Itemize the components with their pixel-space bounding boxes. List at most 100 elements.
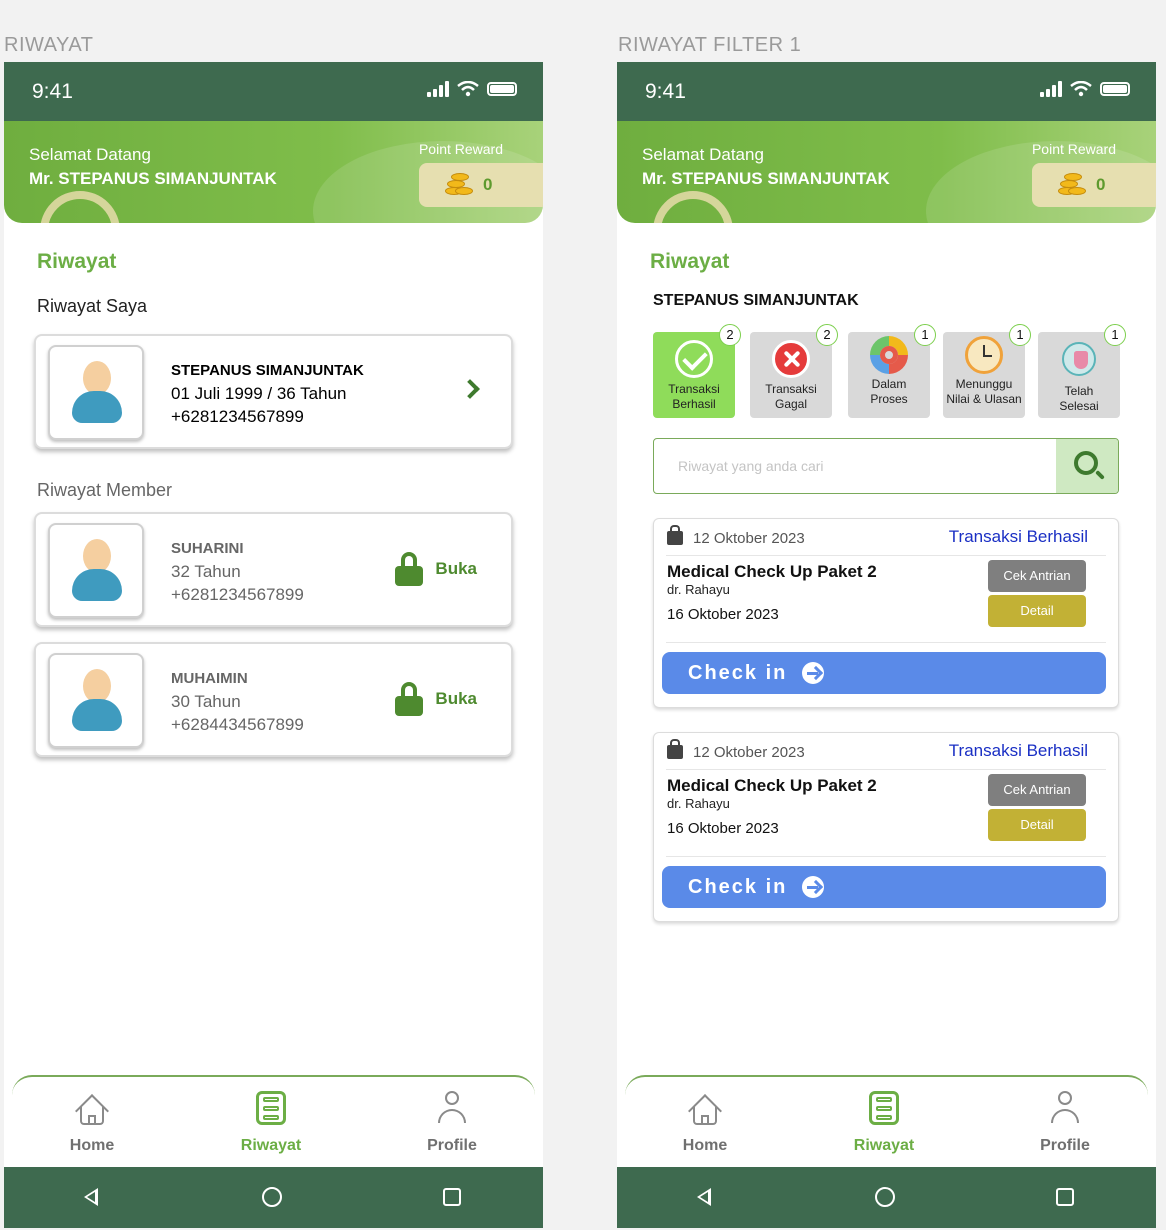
filter-transaksi-berhasil[interactable]: Transaksi Berhasil 2 — [653, 324, 741, 418]
nav-home[interactable]: Home — [32, 1091, 152, 1155]
section-title: Riwayat — [650, 250, 730, 273]
home-icon — [75, 1093, 117, 1131]
nav-riwayat[interactable]: Riwayat — [824, 1091, 944, 1155]
avatar — [48, 653, 144, 748]
status-time: 9:41 — [645, 80, 686, 103]
my-history-card[interactable]: STEPANUS SIMANJUNTAK 01 Juli 1999 / 36 T… — [34, 334, 513, 449]
greeting-text: Selamat Datang — [642, 145, 764, 164]
user-name: Mr. STEPANUS SIMANJUNTAK — [642, 169, 890, 188]
phone-screen-riwayat-filter: 9:41 Selamat Datang Mr. STEPANUS SIMANJU… — [617, 62, 1156, 1228]
battery-icon — [1100, 82, 1130, 96]
detail-button[interactable]: Detail — [988, 595, 1086, 627]
chevron-right-icon[interactable] — [460, 379, 480, 399]
back-icon[interactable] — [697, 1188, 711, 1206]
point-reward-value: 0 — [483, 175, 493, 194]
lock-icon — [395, 682, 424, 716]
recents-icon[interactable] — [443, 1188, 461, 1206]
gear-icon — [870, 336, 908, 374]
member-name: SUHARINI — [171, 540, 244, 557]
home-icon — [688, 1093, 730, 1131]
detail-button[interactable]: Detail — [988, 809, 1086, 841]
home-circle-icon[interactable] — [262, 1187, 282, 1207]
check-in-button[interactable]: Check in — [662, 652, 1106, 694]
filter-menunggu-nilai[interactable]: Menunggu Nilai & Ulasan 1 — [943, 324, 1031, 418]
section-title: Riwayat — [37, 250, 117, 273]
check-queue-button[interactable]: Cek Antrian — [988, 560, 1086, 592]
back-icon[interactable] — [84, 1188, 98, 1206]
status-bar: 9:41 — [617, 62, 1156, 121]
filter-telah-selesai[interactable]: Telah Selesai 1 — [1038, 324, 1126, 418]
bottom-nav: Home Riwayat Profile — [12, 1075, 535, 1167]
check-in-label: Check in — [688, 662, 788, 684]
filter-label-line1: Menunggu — [955, 377, 1013, 391]
avatar — [48, 345, 144, 440]
clock-icon — [965, 336, 1003, 374]
arrow-right-circle-icon — [802, 876, 824, 898]
frame-label-riwayat-filter: RIWAYAT FILTER 1 — [618, 34, 802, 56]
search-icon — [1074, 451, 1098, 475]
unlock-label: Buka — [435, 559, 477, 578]
transaction-card: 12 Oktober 2023 Transaksi Berhasil Medic… — [653, 518, 1119, 708]
filter-dalam-proses[interactable]: Dalam Proses 1 — [848, 324, 936, 418]
phone-screen-riwayat: 9:41 Selamat Datang Mr. STEPANUS SIMANJU… — [4, 62, 543, 1228]
member-phone: +6281234567899 — [171, 585, 304, 604]
home-circle-icon[interactable] — [875, 1187, 895, 1207]
member-card[interactable]: MUHAIMIN 30 Tahun +6284434567899 Buka — [34, 642, 513, 757]
point-reward-box[interactable]: 0 — [1032, 163, 1156, 207]
person-icon — [1045, 1091, 1085, 1129]
member-age: 32 Tahun — [171, 562, 241, 581]
filter-label-line1: Transaksi — [668, 382, 720, 396]
unlock-button[interactable]: Buka — [395, 552, 477, 586]
search-input[interactable] — [654, 439, 1054, 493]
filter-label-line1: Transaksi — [765, 382, 817, 396]
member-name: MUHAIMIN — [171, 670, 248, 687]
transaction-date: 12 Oktober 2023 — [693, 744, 805, 761]
member-history-title: Riwayat Member — [37, 480, 173, 500]
filter-label-line1: Telah — [1064, 384, 1094, 398]
status-time: 9:41 — [32, 80, 73, 103]
welcome-header: Selamat Datang Mr. STEPANUS SIMANJUNTAK … — [617, 121, 1156, 223]
nav-riwayat-label: Riwayat — [240, 1137, 302, 1154]
member-card[interactable]: SUHARINI 32 Tahun +6281234567899 Buka — [34, 512, 513, 627]
my-history-title: Riwayat Saya — [37, 296, 148, 316]
check-queue-button[interactable]: Cek Antrian — [988, 774, 1086, 806]
check-in-label: Check in — [688, 876, 788, 898]
system-nav-bar — [4, 1167, 543, 1228]
doctor-name: dr. Rahayu — [667, 796, 730, 811]
nav-home[interactable]: Home — [645, 1091, 765, 1155]
nav-riwayat-label: Riwayat — [853, 1137, 915, 1154]
coins-icon — [443, 171, 473, 199]
history-stack-icon — [251, 1091, 291, 1129]
unlock-label: Buka — [435, 689, 477, 708]
check-in-button[interactable]: Check in — [662, 866, 1106, 908]
frame-label-riwayat: RIWAYAT — [4, 34, 94, 56]
nav-profile[interactable]: Profile — [1005, 1091, 1125, 1155]
visit-date: 16 Oktober 2023 — [667, 820, 779, 837]
arrow-right-circle-icon — [802, 662, 824, 684]
unlock-button[interactable]: Buka — [395, 682, 477, 716]
signal-icon — [1040, 81, 1062, 97]
search-button[interactable] — [1056, 439, 1118, 493]
transaction-status: Transaksi Berhasil — [948, 741, 1088, 760]
point-reward-label: Point Reward — [1031, 141, 1116, 157]
card-name: STEPANUS SIMANJUNTAK — [171, 362, 364, 379]
point-reward-value: 0 — [1096, 175, 1106, 194]
recents-icon[interactable] — [1056, 1188, 1074, 1206]
shopping-bag-icon — [667, 525, 683, 545]
filter-label-line2: Nilai & Ulasan — [946, 392, 1022, 406]
welcome-header: Selamat Datang Mr. STEPANUS SIMANJUNTAK … — [4, 121, 543, 223]
member-age: 30 Tahun — [171, 692, 241, 711]
card-dob-age: 01 Juli 1999 / 36 Tahun — [171, 384, 347, 403]
wifi-icon — [457, 81, 479, 97]
filter-transaksi-gagal[interactable]: Transaksi Gagal 2 — [750, 324, 838, 418]
nav-riwayat[interactable]: Riwayat — [211, 1091, 331, 1155]
member-phone: +6284434567899 — [171, 715, 304, 734]
shopping-bag-icon — [667, 739, 683, 759]
package-name: Medical Check Up Paket 2 — [667, 562, 877, 581]
point-reward-box[interactable]: 0 — [419, 163, 543, 207]
nav-profile[interactable]: Profile — [392, 1091, 512, 1155]
filter-count-badge: 1 — [914, 324, 936, 346]
search-bar — [653, 438, 1119, 494]
nav-profile-label: Profile — [427, 1137, 477, 1154]
filter-count-badge: 2 — [816, 324, 838, 346]
